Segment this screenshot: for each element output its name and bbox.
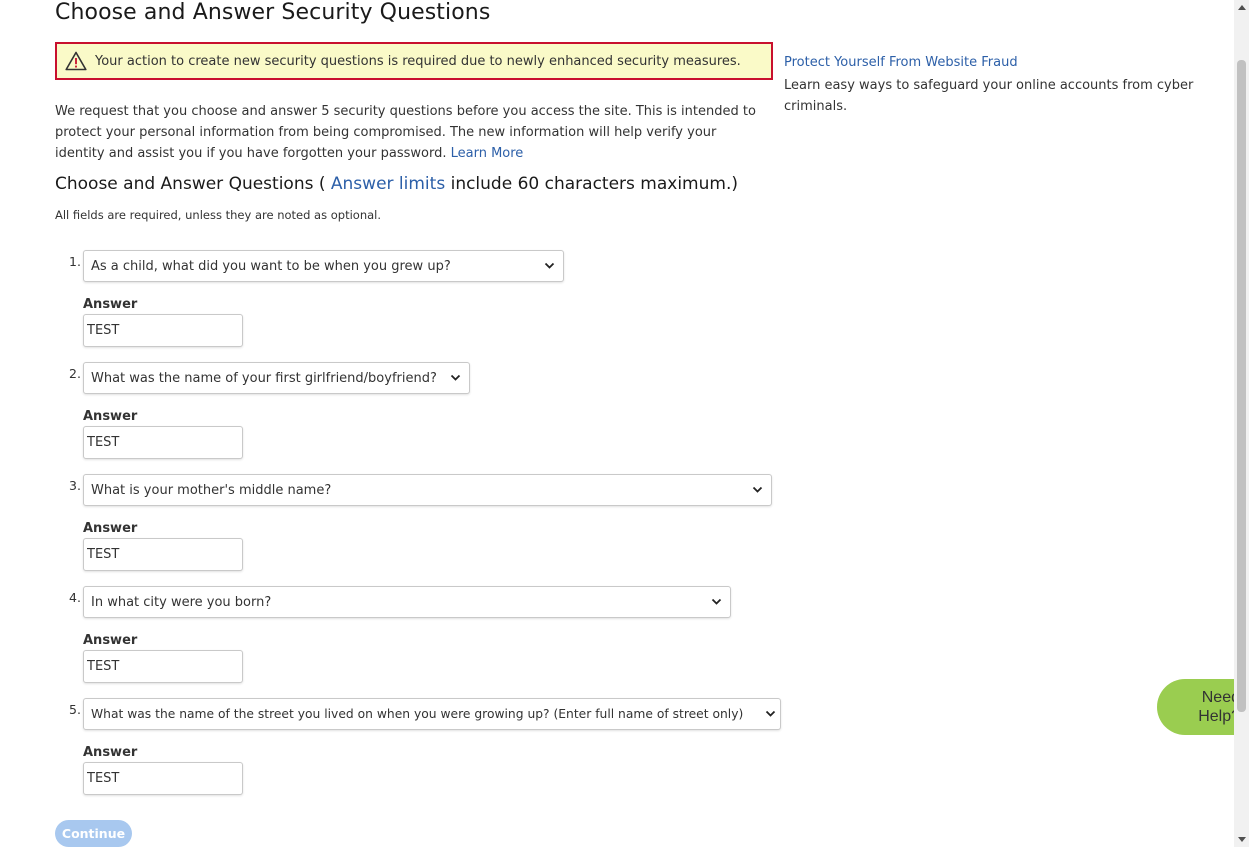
question-select-2[interactable]: What was the name of your first girlfrie… (83, 362, 470, 394)
security-alert-banner: Your action to create new security quest… (55, 42, 773, 80)
intro-text: We request that you choose and answer 5 … (55, 104, 756, 161)
question-select-3[interactable]: What is your mother's middle name? (83, 474, 772, 506)
chevron-down-icon (450, 374, 461, 382)
warning-triangle-icon (65, 51, 87, 71)
chevron-down-icon (711, 598, 722, 606)
website-fraud-link[interactable]: Protect Yourself From Website Fraud (784, 54, 1204, 72)
question-number: 3. (69, 478, 81, 493)
answer-label: Answer (83, 297, 138, 312)
question-select-value: What is your mother's middle name? (91, 482, 332, 498)
intro-paragraph: We request that you choose and answer 5 … (55, 101, 767, 164)
vertical-scrollbar[interactable] (1234, 0, 1249, 847)
learn-more-link[interactable]: Learn More (451, 146, 524, 161)
question-select-4[interactable]: In what city were you born? (83, 586, 731, 618)
answer-input-2[interactable] (83, 426, 243, 459)
alert-message: Your action to create new security quest… (95, 53, 741, 69)
answer-label: Answer (83, 521, 138, 536)
question-number: 5. (69, 702, 81, 717)
help-line-1: Need (1201, 689, 1240, 706)
answer-input-1[interactable] (83, 314, 243, 347)
answer-input-4[interactable] (83, 650, 243, 683)
need-help-label: Need Help? (1178, 688, 1240, 726)
chevron-down-icon (752, 486, 763, 494)
question-select-5[interactable]: What was the name of the street you live… (83, 698, 781, 730)
chevron-down-icon (765, 710, 776, 718)
required-fields-note: All fields are required, unless they are… (55, 208, 382, 222)
answer-label: Answer (83, 745, 138, 760)
question-number: 4. (69, 590, 81, 605)
question-select-1[interactable]: As a child, what did you want to be when… (83, 250, 564, 282)
question-number: 2. (69, 366, 81, 381)
page-title: Choose and Answer Security Questions (55, 0, 491, 25)
scroll-up-arrow-icon[interactable] (1234, 0, 1249, 15)
fraud-description: Learn easy ways to safeguard your online… (784, 78, 1194, 114)
question-select-value: As a child, what did you want to be when… (91, 258, 451, 274)
help-line-2: Help? (1198, 708, 1240, 725)
scrollbar-thumb[interactable] (1237, 60, 1246, 712)
questions-section-heading: Choose and Answer Questions ( Answer lim… (55, 174, 738, 194)
heading-prefix: Choose and Answer Questions ( (55, 174, 331, 194)
question-select-value: What was the name of the street you live… (91, 707, 744, 721)
scroll-down-arrow-icon[interactable] (1234, 832, 1249, 847)
answer-input-3[interactable] (83, 538, 243, 571)
question-number: 1. (69, 254, 81, 269)
heading-suffix: include 60 characters maximum.) (445, 174, 738, 194)
chevron-down-icon (544, 262, 555, 270)
answer-label: Answer (83, 409, 138, 424)
question-select-value: In what city were you born? (91, 594, 272, 610)
answer-input-5[interactable] (83, 762, 243, 795)
answer-limits-link[interactable]: Answer limits (331, 174, 445, 194)
continue-button[interactable]: Continue (55, 820, 132, 847)
fraud-protection-sidebar: Protect Yourself From Website Fraud Lear… (784, 54, 1204, 117)
answer-label: Answer (83, 633, 138, 648)
question-select-value: What was the name of your first girlfrie… (91, 370, 437, 386)
